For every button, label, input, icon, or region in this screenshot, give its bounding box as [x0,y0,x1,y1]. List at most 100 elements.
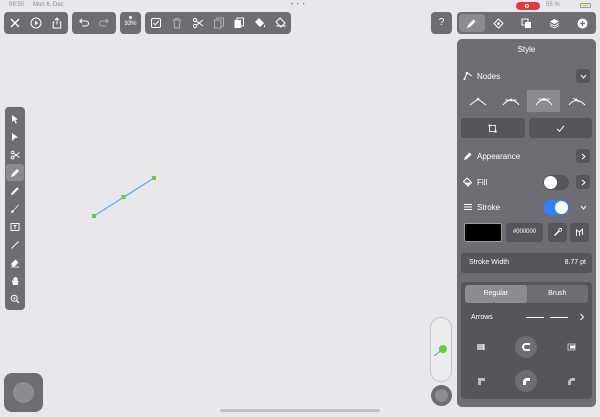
tab-style[interactable] [459,14,485,32]
erase-fill-icon [274,17,286,28]
cap-butt-button[interactable] [470,336,492,358]
stroke-width-value: 8.77 pt [564,259,586,266]
join-round-button[interactable] [515,370,537,392]
cap-round-button[interactable] [515,336,537,358]
bounding-box-button[interactable] [461,118,525,138]
pointer-icon [12,114,18,123]
path-node[interactable] [92,214,96,218]
node-type-asymmetric[interactable] [560,90,593,112]
inspector-title: Style [517,45,536,54]
delete-button[interactable] [167,12,188,34]
tab-brush[interactable]: Brush [527,285,589,303]
home-indicator[interactable] [220,409,380,412]
path-node[interactable] [152,176,156,180]
path-node[interactable] [121,195,126,199]
scissors-icon [192,17,204,29]
select-all-button[interactable] [146,12,167,34]
stroke-hex-field[interactable]: #000000 [506,223,543,242]
stroke-toggle[interactable] [543,200,569,215]
appearance-expand-button[interactable] [576,149,590,163]
pen-tool[interactable] [6,164,24,181]
zoom-tool[interactable] [5,290,25,307]
erase-style-button[interactable] [270,12,291,34]
chevron-down-icon [580,74,586,79]
pencil-tool[interactable] [5,182,25,199]
stroke-preview [430,317,452,382]
status-time: 09:50 [9,2,25,8]
text-tool[interactable] [5,218,25,235]
paste-button[interactable] [229,12,250,34]
scissors-tool[interactable] [5,146,25,163]
direct-selection-tool[interactable] [5,128,25,145]
copy-button[interactable] [208,12,229,34]
appearance-section[interactable]: Appearance [463,149,590,163]
stroke-style-panel: Regular Brush Arrows [461,282,592,399]
node-type-smooth[interactable] [494,90,527,112]
tab-arrange[interactable] [513,12,541,34]
nodes-icon [463,71,473,81]
status-bar: 09:50 Mon 6. Dec • • • 55 % [0,0,600,11]
screen-recording-indicator [516,2,540,10]
stroke-color-swatch[interactable] [464,223,502,242]
share-button[interactable] [47,12,68,34]
close-button[interactable] [4,12,25,34]
eyedropper-icon [554,228,562,236]
confirm-button[interactable] [528,118,592,138]
zoom-indicator[interactable]: 93% [120,12,141,34]
cut-button[interactable] [187,12,208,34]
brush-tool[interactable] [5,200,25,217]
join-miter-button[interactable] [470,370,492,392]
pencil-icon [11,186,19,195]
appearance-icon [464,152,472,160]
fill-expand-button[interactable] [576,175,590,189]
fill-toggle[interactable] [543,175,569,190]
inspector-tabs [457,12,596,34]
stroke-section: Stroke [463,200,590,215]
arrows-row[interactable]: Arrows [467,312,586,324]
stroke-collapse-button[interactable] [576,200,590,214]
hand-tool[interactable] [5,272,25,289]
cap-square-icon [567,343,575,351]
shape-button[interactable] [431,385,452,406]
brush-type-segmented: Regular Brush [465,285,588,303]
play-button[interactable] [25,12,46,34]
line-cap-join-grid [465,334,588,394]
line-tool[interactable] [5,236,25,253]
tab-layers[interactable] [540,12,568,34]
eraser-icon [11,259,19,267]
stroke-width-row[interactable]: Stroke Width 8.77 pt [461,253,592,273]
selection-tool[interactable] [5,110,25,127]
play-icon [30,17,42,29]
join-bevel-button[interactable] [560,370,582,392]
cap-square-button[interactable] [560,336,582,358]
copy-icon [213,17,224,29]
node-type-symmetric[interactable] [527,90,560,112]
path-icon [493,17,504,29]
tab-regular[interactable]: Regular [465,285,527,303]
style-icon [467,19,476,28]
paint-bucket-icon [254,18,265,28]
tab-path[interactable] [485,12,513,34]
eraser-tool[interactable] [5,254,25,271]
arrows-label: Arrows [471,314,493,321]
eyedropper-button[interactable] [548,223,567,242]
multitasking-dots[interactable]: • • • [291,2,306,8]
fill-bucket-icon [463,177,473,187]
help-button[interactable]: ? [431,12,452,34]
undo-button[interactable] [72,12,94,34]
status-date: Mon 6. Dec [33,2,64,8]
joystick-control[interactable] [4,373,43,412]
brush-icon [11,204,19,213]
node-type-sharp[interactable] [461,90,494,112]
nodes-collapse-button[interactable] [576,69,590,83]
redo-button[interactable] [94,12,116,34]
tab-add[interactable] [568,12,596,34]
node-smooth-icon [502,98,519,106]
paint-style-button[interactable] [250,12,271,34]
color-library-button[interactable] [570,223,589,242]
selected-path[interactable] [93,177,155,217]
nodes-section[interactable]: Nodes [463,69,590,83]
layers-icon [549,18,560,29]
redo-icon [99,18,109,27]
trash-icon [173,18,182,29]
